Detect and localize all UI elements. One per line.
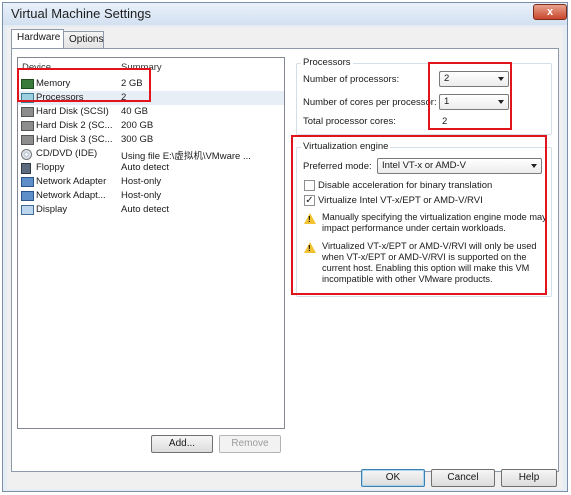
device-summary: Host-only <box>121 190 162 201</box>
device-name: Hard Disk (SCSI) <box>36 106 109 117</box>
ok-button[interactable]: OK <box>361 469 425 487</box>
cd-dvd-icon <box>21 149 32 160</box>
tab-options-label: Options <box>69 34 104 45</box>
hard-disk-icon <box>21 121 34 131</box>
tab-hardware[interactable]: Hardware <box>11 29 64 49</box>
display-icon <box>21 205 34 215</box>
device-summary: Host-only <box>121 176 162 187</box>
device-row-display[interactable]: Display Auto detect <box>18 203 284 217</box>
device-row-hard-disk[interactable]: Hard Disk (SCSI) 40 GB <box>18 105 284 119</box>
window-title: Virtual Machine Settings <box>11 6 151 21</box>
device-row-floppy[interactable]: Floppy Auto detect <box>18 161 284 175</box>
title-bar[interactable]: Virtual Machine Settings x <box>3 3 567 25</box>
device-summary: Using file E:\虚拟机\VMware ... <box>121 151 251 162</box>
hard-disk-icon <box>21 107 34 117</box>
close-button[interactable]: x <box>533 4 567 20</box>
device-row-cd-dvd[interactable]: CD/DVD (IDE) Using file E:\虚拟机\VMware ..… <box>18 147 284 162</box>
tab-hardware-label: Hardware <box>17 32 61 43</box>
remove-device-button[interactable]: Remove <box>219 435 281 453</box>
close-icon: x <box>546 6 554 18</box>
annotation-box-memory-processors <box>17 68 151 102</box>
device-name: Floppy <box>36 162 65 173</box>
num-processors-label: Number of processors: <box>303 74 400 85</box>
device-summary: 200 GB <box>121 120 154 131</box>
device-name: CD/DVD (IDE) <box>36 148 98 159</box>
add-device-button[interactable]: Add... <box>151 435 213 453</box>
cancel-button[interactable]: Cancel <box>431 469 495 487</box>
annotation-box-processor-selects <box>428 62 512 130</box>
device-summary: 300 GB <box>121 134 154 145</box>
device-name: Hard Disk 2 (SC... <box>36 120 113 131</box>
device-summary: Auto detect <box>121 162 170 173</box>
device-list[interactable]: Device Summary Memory 2 GB Processors 2 … <box>17 57 285 429</box>
total-cores-label: Total processor cores: <box>303 116 396 127</box>
device-summary: Auto detect <box>121 204 170 215</box>
hard-disk-icon <box>21 135 34 145</box>
tab-options[interactable]: Options <box>63 31 104 49</box>
device-row-hard-disk-2[interactable]: Hard Disk 2 (SC... 200 GB <box>18 119 284 133</box>
device-row-network-adapter-2[interactable]: Network Adapt... Host-only <box>18 189 284 203</box>
network-adapter-icon <box>21 191 34 201</box>
cores-per-processor-label: Number of cores per processor: <box>303 97 437 108</box>
device-name: Network Adapt... <box>36 190 106 201</box>
device-name: Hard Disk 3 (SC... <box>36 134 113 145</box>
device-name: Network Adapter <box>36 176 107 187</box>
annotation-box-virtualization <box>291 135 547 295</box>
device-name: Display <box>36 204 68 215</box>
floppy-icon <box>21 163 31 174</box>
network-adapter-icon <box>21 177 34 187</box>
help-button[interactable]: Help <box>501 469 557 487</box>
processors-group-title: Processors <box>301 57 353 68</box>
device-summary: 40 GB <box>121 106 148 117</box>
device-row-hard-disk-3[interactable]: Hard Disk 3 (SC... 300 GB <box>18 133 284 147</box>
device-row-network-adapter[interactable]: Network Adapter Host-only <box>18 175 284 189</box>
